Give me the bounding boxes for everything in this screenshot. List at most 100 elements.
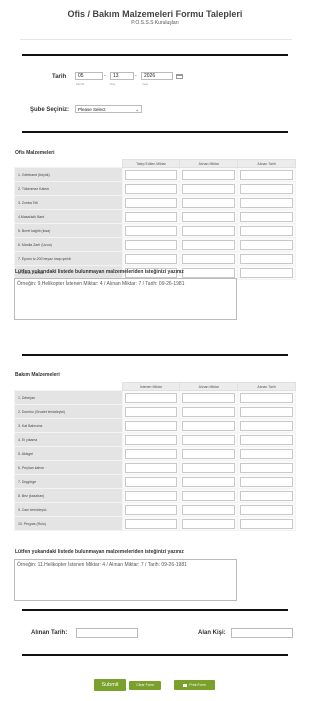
received-date-input[interactable]: [76, 628, 138, 638]
received-qty-input[interactable]: [182, 239, 236, 250]
received-date-input[interactable]: [240, 239, 293, 250]
received-qty-input[interactable]: [182, 169, 236, 180]
row-label: 1. Geleband (büyük): [14, 167, 123, 182]
row-label: 3. Zımba Teli: [14, 195, 123, 210]
table-row: 9. Cam temizleyici: [14, 502, 296, 517]
requested-qty-input[interactable]: [124, 211, 178, 222]
requested-qty-input[interactable]: [124, 169, 178, 180]
received-date-input[interactable]: [240, 462, 293, 473]
received-date-input[interactable]: [240, 392, 293, 403]
received-qty-input[interactable]: [182, 490, 236, 501]
received-date-input[interactable]: [240, 169, 293, 180]
received-date-input[interactable]: [240, 225, 293, 236]
office-table: Talep Edilen Miktar Alınan Miktar Alınan…: [14, 159, 296, 280]
received-date-input[interactable]: [240, 183, 293, 194]
requested-qty-input[interactable]: [124, 183, 178, 194]
row-label: 10. Peçpas (Rulo): [14, 516, 123, 531]
receiver-input[interactable]: [231, 628, 293, 638]
requested-qty-input[interactable]: [124, 392, 178, 403]
date-day-input[interactable]: 13: [110, 72, 134, 80]
branch-label: Şube Seçiniz:: [30, 107, 70, 113]
received-date-input[interactable]: [240, 448, 293, 459]
received-date-input[interactable]: [240, 420, 293, 431]
received-qty-input[interactable]: [182, 267, 236, 278]
office-note-label: Lütfen yukarıdaki listede bulunmayan mal…: [15, 269, 184, 275]
branch-select[interactable]: Please Select ⌄: [75, 105, 142, 113]
requested-qty-input[interactable]: [124, 253, 178, 264]
requested-qty-input[interactable]: [124, 448, 178, 459]
branch-select-value: Please Select: [78, 107, 106, 112]
maintenance-section-title: Bakım Malzemeleri: [15, 372, 60, 378]
requested-qty-input[interactable]: [124, 434, 178, 445]
maintenance-col-header: Alınan Tarih: [237, 382, 296, 391]
maintenance-note-textarea[interactable]: Örneğin: 11.Helikopter İstenen Miktar: 4…: [14, 559, 237, 601]
requested-qty-input[interactable]: [124, 490, 178, 501]
received-qty-input[interactable]: [182, 420, 236, 431]
received-date-input[interactable]: [240, 490, 293, 501]
received-date-input[interactable]: [240, 504, 293, 515]
received-qty-input[interactable]: [182, 462, 236, 473]
received-date-input[interactable]: [240, 476, 293, 487]
row-label: 7. Dışgörge: [14, 474, 123, 489]
maintenance-col-header: Alınan Miktar: [179, 382, 239, 391]
requested-qty-input[interactable]: [124, 225, 178, 236]
received-qty-input[interactable]: [182, 504, 236, 515]
row-label: 6. Manila Zarfı (Uzun): [14, 237, 123, 252]
calendar-icon[interactable]: [176, 74, 183, 79]
office-section-title: Ofis Malzemeleri: [15, 150, 55, 156]
received-date-input[interactable]: [240, 406, 293, 417]
row-label: 8. Bez (kaszban): [14, 488, 123, 503]
requested-qty-input[interactable]: [124, 476, 178, 487]
table-row: 3. Zımba Teli: [14, 195, 296, 210]
requested-qty-input[interactable]: [124, 504, 178, 515]
row-label: 2. Domino (Sıvalet temizleyici): [14, 404, 123, 419]
table-row: 3. Kat Bahruma: [14, 418, 296, 433]
received-date-input[interactable]: [240, 197, 293, 208]
received-date-label: Alınan Tarih:: [31, 630, 68, 636]
received-qty-input[interactable]: [182, 211, 236, 222]
clear-form-button[interactable]: Clear Form: [129, 681, 161, 690]
requested-qty-input[interactable]: [124, 462, 178, 473]
table-row: 6. Peçhan kahve: [14, 460, 296, 475]
receiver-label: Alan Kişi:: [198, 630, 226, 636]
requested-qty-input[interactable]: [124, 518, 178, 529]
requested-qty-input[interactable]: [124, 239, 178, 250]
received-qty-input[interactable]: [182, 406, 236, 417]
requested-qty-input[interactable]: [124, 420, 178, 431]
table-row: 1. Geleband (büyük): [14, 167, 296, 182]
row-label: 2. Tükenmez Kalem: [14, 181, 123, 196]
received-qty-input[interactable]: [182, 434, 236, 445]
received-date-input[interactable]: [240, 434, 293, 445]
received-date-input[interactable]: [240, 267, 293, 278]
section-divider-top: [22, 54, 288, 56]
received-qty-input[interactable]: [182, 476, 236, 487]
requested-qty-input[interactable]: [124, 406, 178, 417]
table-row: 4. El yıkama: [14, 432, 296, 447]
row-label: 3. Kat Bahruma: [14, 418, 123, 433]
received-qty-input[interactable]: [182, 392, 236, 403]
received-qty-input[interactable]: [182, 197, 236, 208]
year-sublabel: Year: [142, 82, 149, 86]
date-month-input[interactable]: 05: [75, 72, 103, 80]
date-year-input[interactable]: 2026: [141, 72, 173, 80]
table-row: 2. Domino (Sıvalet temizleyici): [14, 404, 296, 419]
section-divider-bottom: [22, 654, 288, 656]
office-col-header: Alınan Tarih: [237, 159, 296, 168]
page-subtitle: P.O.S.S.S Kuruluşları: [131, 20, 179, 26]
received-date-input[interactable]: [240, 518, 293, 529]
received-qty-input[interactable]: [182, 448, 236, 459]
received-qty-input[interactable]: [182, 253, 236, 264]
month-sublabel: Month: [76, 82, 85, 86]
office-note-textarea[interactable]: Örneğin: 9.Helikopter İstenen Miktar: 4 …: [14, 278, 237, 320]
table-row: 6. Manila Zarfı (Uzun): [14, 237, 296, 252]
requested-qty-input[interactable]: [124, 197, 178, 208]
print-form-button[interactable]: Print Form: [174, 680, 215, 690]
received-qty-input[interactable]: [182, 518, 236, 529]
received-date-input[interactable]: [240, 253, 293, 264]
day-sublabel: Day: [110, 82, 116, 86]
received-qty-input[interactable]: [182, 225, 236, 236]
received-qty-input[interactable]: [182, 183, 236, 194]
section-divider-footer: [22, 609, 288, 611]
submit-button[interactable]: Submit: [94, 679, 126, 691]
received-date-input[interactable]: [240, 211, 293, 222]
